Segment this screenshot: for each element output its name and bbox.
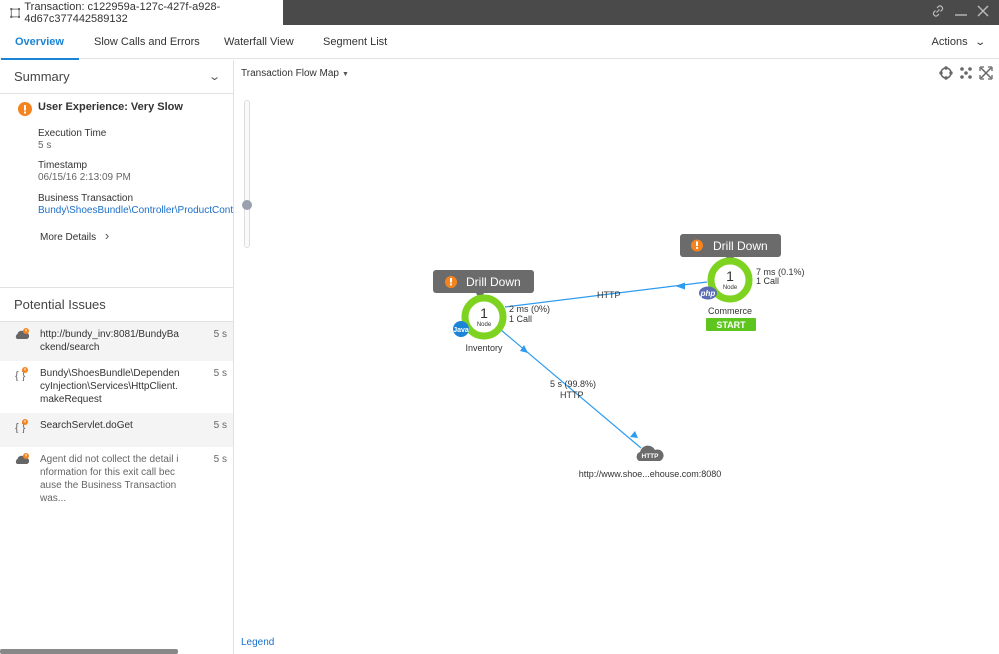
summary-details: User Experience: Very Slow Execution Tim… bbox=[0, 94, 233, 288]
node-count: 1 bbox=[726, 268, 734, 284]
code-warning-icon: { } bbox=[15, 367, 29, 385]
issue-duration: 5 s bbox=[213, 420, 227, 431]
issue-text-line: makeRequest bbox=[40, 394, 102, 405]
drill-down-label: Drill Down bbox=[466, 275, 521, 289]
code-warning-icon: { } bbox=[15, 419, 29, 437]
node-stat: 1 Call bbox=[509, 314, 532, 324]
summary-panel: Summary ⌄ User Experience: Very Slow Exe… bbox=[0, 60, 234, 654]
issue-item[interactable]: { } SearchServlet.doGet 5 s bbox=[0, 413, 233, 447]
summary-header[interactable]: Summary ⌄ bbox=[0, 60, 233, 94]
minimize-button[interactable] bbox=[955, 4, 967, 21]
user-experience-status: User Experience: Very Slow bbox=[38, 101, 183, 113]
legend-link[interactable]: Legend bbox=[241, 637, 274, 648]
tab-segment-list[interactable]: Segment List bbox=[323, 25, 387, 59]
node-inventory[interactable]: Drill Down 1 Node Java Inventory 2 ms (0… bbox=[433, 270, 550, 353]
issue-text-line: cyInjection\Services\HttpClient. bbox=[40, 381, 178, 392]
issue-text-line: Bundy\ShoesBundle\Dependen bbox=[40, 368, 180, 379]
issue-item[interactable]: { } Bundy\ShoesBundle\Dependen cyInjectio… bbox=[0, 361, 233, 413]
link-icon[interactable] bbox=[931, 4, 945, 21]
start-badge-label: START bbox=[716, 320, 746, 330]
issue-text-line: Agent did not collect the detail i bbox=[40, 454, 179, 465]
tab-overview[interactable]: Overview bbox=[1, 25, 79, 60]
potential-issues-title: Potential Issues bbox=[14, 297, 106, 312]
node-name: Inventory bbox=[465, 343, 503, 353]
issue-item[interactable]: http://bundy_inv:8081/BundyBa ckend/searc… bbox=[0, 322, 233, 361]
chevron-down-icon[interactable]: ⌄ bbox=[208, 60, 221, 94]
flow-map-canvas: HTTP 5 s (99.8%) HTTP Drill Down 1 Node … bbox=[433, 234, 805, 479]
more-details-button[interactable]: More Details › bbox=[40, 228, 109, 243]
issue-text-line: SearchServlet.doGet bbox=[40, 420, 133, 431]
issue-text-line: was... bbox=[40, 493, 67, 504]
more-details-label: More Details bbox=[40, 232, 97, 243]
issue-duration: 5 s bbox=[213, 368, 227, 379]
window-titlebar: Transaction: c122959a-127c-427f-a928-4d6… bbox=[0, 0, 999, 25]
http-label: HTTP bbox=[642, 453, 660, 460]
timestamp-value: 06/15/16 2:13:09 PM bbox=[38, 172, 131, 183]
actions-dropdown[interactable]: Actions ⌄ bbox=[931, 25, 986, 59]
node-stat: 2 ms (0%) bbox=[509, 304, 550, 314]
java-label: Java bbox=[453, 327, 469, 334]
node-stat: 1 Call bbox=[756, 276, 779, 286]
issue-text-line: nformation for this exit call bec bbox=[40, 467, 176, 478]
chevron-down-icon: ⌄ bbox=[973, 37, 986, 48]
potential-issues-header: Potential Issues bbox=[0, 288, 233, 322]
horizontal-scrollbar[interactable] bbox=[0, 649, 178, 654]
issue-duration: 5 s bbox=[213, 329, 227, 340]
business-transaction-label: Business Transaction bbox=[38, 193, 134, 204]
window-title: Transaction: c122959a-127c-427f-a928-4d6… bbox=[24, 0, 221, 25]
node-name: http://www.shoe...ehouse.com:8080 bbox=[579, 469, 722, 479]
cloud-warning-icon bbox=[15, 328, 30, 344]
issue-text-line: http://bundy_inv:8081/BundyBa bbox=[40, 329, 179, 340]
chevron-right-icon: › bbox=[104, 228, 110, 243]
tab-waterfall-view[interactable]: Waterfall View bbox=[224, 25, 294, 59]
summary-title: Summary bbox=[14, 69, 70, 84]
node-name: Commerce bbox=[708, 306, 752, 316]
issue-text-line: ckend/search bbox=[40, 342, 100, 353]
execution-time-label: Execution Time bbox=[38, 128, 107, 139]
node-http-backend[interactable]: HTTP http://www.shoe...ehouse.com:8080 bbox=[579, 445, 722, 479]
issue-duration: 5 s bbox=[213, 454, 227, 465]
issue-item[interactable]: Agent did not collect the detail i nforma… bbox=[0, 447, 233, 513]
node-count: 1 bbox=[480, 305, 488, 321]
tab-slow-calls-errors[interactable]: Slow Calls and Errors bbox=[94, 25, 200, 59]
close-button[interactable] bbox=[977, 5, 989, 20]
edge-label: HTTP bbox=[597, 290, 621, 300]
execution-time-value: 5 s bbox=[38, 140, 52, 151]
warning-icon bbox=[18, 102, 32, 116]
issues-list: http://bundy_inv:8081/BundyBa ckend/searc… bbox=[0, 322, 233, 513]
transaction-icon bbox=[10, 7, 21, 18]
edge-arrow-icon bbox=[520, 345, 528, 353]
cloud-warning-icon bbox=[15, 453, 30, 469]
flow-map-panel: Transaction Flow Map▼ HTTP 5 s (99.8%) bbox=[235, 60, 999, 654]
node-count-label: Node bbox=[477, 322, 492, 328]
business-transaction-link[interactable]: Bundy\ShoesBundle\Controller\ProductCont… bbox=[38, 205, 233, 216]
node-count-label: Node bbox=[723, 285, 738, 291]
window-title-tab: Transaction: c122959a-127c-427f-a928-4d6… bbox=[0, 0, 283, 25]
edge-arrow-icon bbox=[630, 431, 638, 438]
php-label: php bbox=[700, 289, 716, 298]
drill-down-label: Drill Down bbox=[713, 239, 768, 253]
edge-label: 5 s (99.8%) bbox=[550, 379, 596, 389]
actions-label: Actions bbox=[931, 36, 968, 48]
edge-arrow-icon bbox=[675, 282, 685, 290]
tab-bar: Overview Slow Calls and Errors Waterfall… bbox=[0, 25, 999, 60]
edge-inventory-http[interactable] bbox=[500, 329, 642, 449]
edge-label: HTTP bbox=[560, 390, 584, 400]
timestamp-label: Timestamp bbox=[38, 160, 88, 171]
issue-text-line: ause the Business Transaction bbox=[40, 480, 177, 491]
